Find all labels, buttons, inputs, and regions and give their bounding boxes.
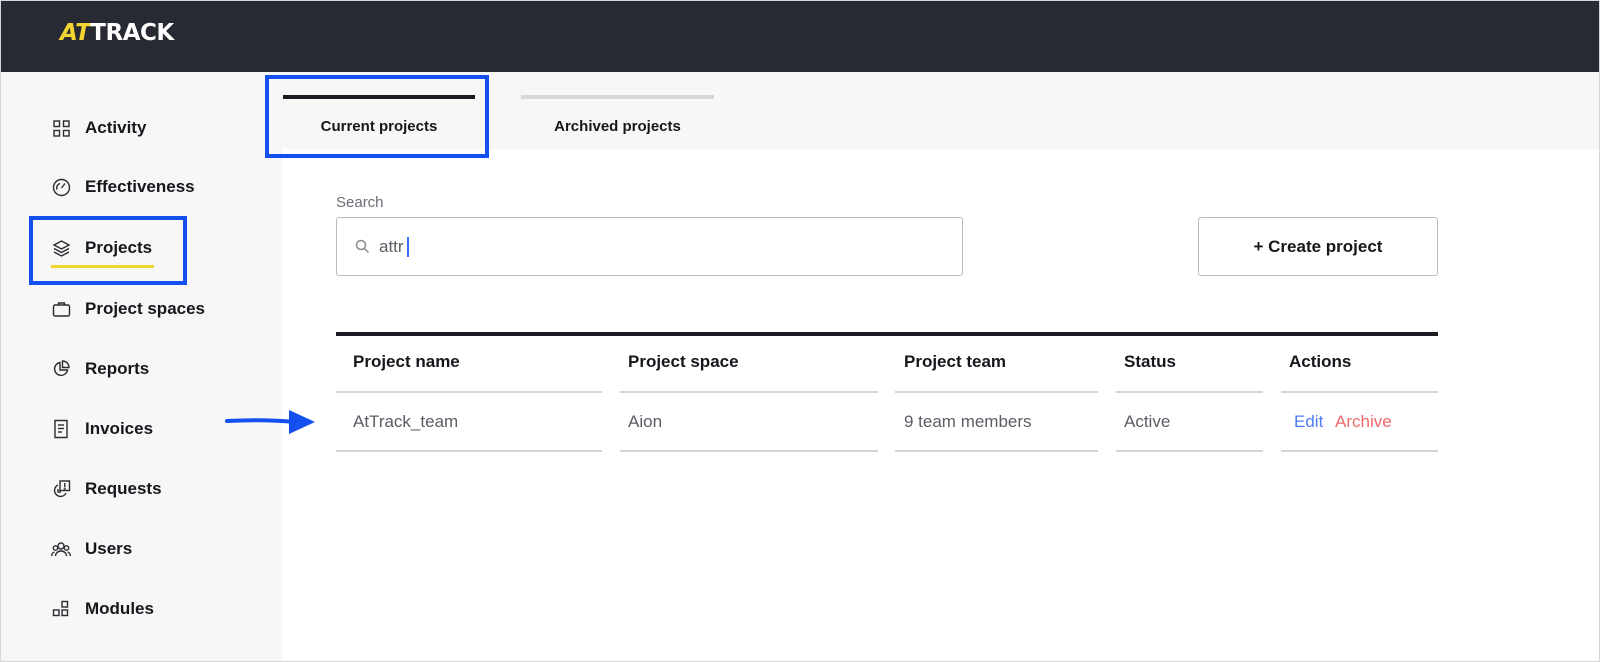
search-label: Search: [336, 194, 384, 211]
row-divider: [620, 450, 878, 452]
table-top-border: [336, 332, 1438, 336]
sidebar-item-label: Activity: [85, 118, 147, 137]
cell-status: Active: [1124, 412, 1171, 431]
cell-project-team: 9 team members: [904, 412, 1032, 431]
column-header-actions: Actions: [1289, 352, 1352, 371]
app-window: ATTRACK Activity Effectiveness Projects …: [0, 0, 1600, 662]
sidebar-item-requests[interactable]: Requests: [51, 474, 162, 504]
create-project-button[interactable]: + Create project: [1198, 217, 1438, 276]
sidebar-item-label: Users: [85, 539, 133, 558]
sidebar-item-label: Requests: [85, 479, 162, 498]
column-header-project-space[interactable]: Project space: [628, 352, 739, 372]
sidebar-item-activity[interactable]: Activity: [51, 113, 146, 143]
grid-icon: [51, 118, 71, 138]
column-header-project-name[interactable]: Project name: [353, 352, 460, 372]
edit-link[interactable]: Edit: [1294, 412, 1323, 432]
row-divider: [336, 450, 602, 452]
column-header-status[interactable]: Status: [1124, 352, 1176, 372]
tab-inactive-bar: [521, 95, 714, 99]
users-icon: [51, 539, 71, 559]
header-divider: [1281, 391, 1438, 393]
sidebar-item-users[interactable]: Users: [51, 534, 132, 564]
header-divider: [336, 391, 602, 393]
text-caret: [407, 237, 409, 257]
app-logo[interactable]: ATTRACK: [60, 20, 174, 46]
search-field[interactable]: [336, 217, 963, 276]
header-divider: [1116, 391, 1263, 393]
search-icon: [353, 238, 371, 256]
sidebar-item-project-spaces[interactable]: Project spaces: [51, 294, 205, 324]
sidebar-item-reports[interactable]: Reports: [51, 354, 149, 384]
search-input[interactable]: [379, 236, 939, 257]
receipt-icon: [51, 419, 71, 439]
sidebar-item-label: Effectiveness: [85, 177, 195, 196]
header-divider: [895, 391, 1098, 393]
request-icon: [51, 479, 71, 499]
sidebar-item-label: Reports: [85, 359, 150, 378]
archive-link[interactable]: Archive: [1335, 412, 1392, 432]
tab-label: Archived projects: [554, 118, 681, 135]
header-divider: [620, 391, 878, 393]
sidebar-item-invoices[interactable]: Invoices: [51, 414, 153, 444]
sidebar-item-label: Project spaces: [85, 299, 206, 318]
column-header-project-team[interactable]: Project team: [904, 352, 1006, 372]
cell-project-space: Aion: [628, 412, 663, 431]
pie-chart-icon: [51, 359, 71, 379]
arrow-annotation-icon: [225, 410, 315, 434]
row-divider: [895, 450, 1098, 452]
modules-icon: [51, 599, 71, 619]
top-bar: ATTRACK: [1, 1, 1599, 72]
highlight-box-current-tab: [265, 75, 489, 158]
highlight-box-projects-nav: [29, 216, 187, 285]
sidebar-item-modules[interactable]: Modules: [51, 594, 154, 624]
sidebar-item-label: Invoices: [85, 419, 154, 438]
row-divider: [1281, 450, 1438, 452]
sidebar-item-label: Modules: [85, 599, 154, 618]
row-divider: [1116, 450, 1263, 452]
sidebar-item-effectiveness[interactable]: Effectiveness: [51, 172, 195, 202]
tab-archived-projects[interactable]: Archived projects: [521, 72, 714, 149]
gauge-icon: [51, 177, 71, 197]
cell-project-name[interactable]: AtTrack_team: [353, 412, 458, 432]
briefcase-icon: [51, 299, 71, 319]
